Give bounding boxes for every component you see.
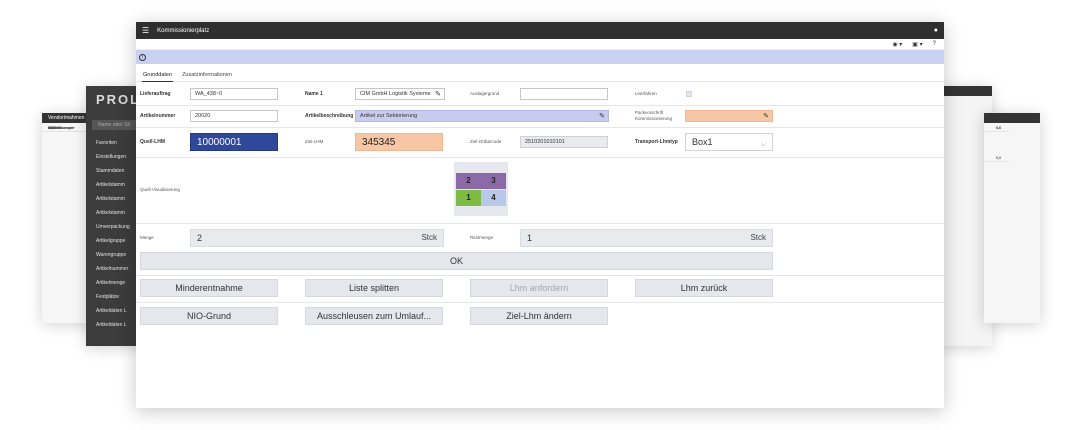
form-row-2: Artikelnummer 20020 Artikelbeschreibung … xyxy=(136,106,944,128)
bg-right2-titlebar xyxy=(984,113,1040,123)
bg-right-cell: 0,0 xyxy=(984,153,1009,162)
grid-cell-4[interactable]: 4 xyxy=(481,190,506,206)
menge-value: 2 xyxy=(197,233,203,243)
window-title: Kommissionierplatz xyxy=(157,27,210,34)
ziel-lhm-field[interactable]: 345345 xyxy=(355,133,443,151)
info-bar: i xyxy=(136,50,944,64)
info-icon: i xyxy=(139,53,146,61)
menge-unit: Stck xyxy=(421,233,437,242)
tab-bar: Grunddaten Zusatzinformationen xyxy=(136,68,944,82)
prola-search: Name oder Sh xyxy=(92,120,140,130)
divider xyxy=(136,275,944,276)
artikelbeschreibung-field[interactable]: Artikel zur Sektorierung ✎ xyxy=(355,110,609,122)
ausschleusen-button[interactable]: Ausschleusen zum Umlauf... xyxy=(305,307,443,325)
print-icon[interactable]: ▣ ▾ xyxy=(912,41,922,48)
artikelbeschreibung-label: Artikelbeschreibung xyxy=(305,113,354,119)
tab-grunddaten[interactable]: Grunddaten xyxy=(142,68,174,82)
main-window: ☰ Kommissionierplatz ● ◉ ▾ ▣ ▾ ? i Grund… xyxy=(136,22,944,408)
restmenge-field[interactable]: 1 Stck xyxy=(520,229,773,247)
artikelnummer-label: Artikelnummer xyxy=(140,113,176,119)
leerfahren-label: Leerfahren xyxy=(635,91,657,96)
window-titlebar: ☰ Kommissionierplatz ● xyxy=(136,22,944,39)
quell-lhm-label: Quell-LHM xyxy=(140,139,165,145)
minderentnahme-button[interactable]: Minderentnahme xyxy=(140,279,278,297)
lieferauftrag-label: Lieferauftrag xyxy=(140,91,171,97)
transport-value: Box1 xyxy=(692,137,713,147)
leerfahren-checkbox[interactable] xyxy=(686,91,692,97)
name1-value: CIM GmbH Logistik Systeme xyxy=(360,91,431,97)
menge-field[interactable]: 2 Stck xyxy=(190,229,444,247)
grid-cell-2[interactable]: 2 xyxy=(456,173,481,189)
lhm-anfordern-button[interactable]: Lhm anfordern xyxy=(470,279,608,297)
bg-right-cell: 0,0 xyxy=(984,123,1009,132)
name1-field[interactable]: CIM GmbH Logistik Systeme ✎ xyxy=(355,88,445,100)
lieferauftrag-field[interactable]: WA_438~0 xyxy=(190,88,278,100)
chevron-down-icon: ⌵ xyxy=(760,141,766,148)
tab-zusatzinformationen[interactable]: Zusatzinformationen xyxy=(181,68,233,82)
packvorschrift-field[interactable]: ✎ xyxy=(685,110,773,122)
grid-cell-3[interactable]: 3 xyxy=(481,173,506,189)
stage: Vendorimahmen Filter Bestellnummer B-MHD… xyxy=(0,0,1080,430)
liste-splitten-button[interactable]: Liste splitten xyxy=(305,279,443,297)
restmenge-label: Restmenge xyxy=(470,235,494,240)
auslagergrund-field[interactable] xyxy=(520,88,608,100)
artikelnummer-field[interactable]: 20020 xyxy=(190,110,278,122)
transport-select[interactable]: Box1 ⌵ xyxy=(685,133,773,151)
pencil-icon[interactable]: ✎ xyxy=(435,90,441,100)
help-icon[interactable]: ? xyxy=(933,41,936,47)
eye-icon[interactable]: ◉ ▾ xyxy=(892,41,902,48)
ziel-ortbarcode-label: Ziel-Ortbarcode xyxy=(470,139,502,144)
form-row-quantity: Menge 2 Stck Restmenge 1 Stck xyxy=(136,224,944,254)
background-window-right-2: 0,0 0,0 0,0 xyxy=(984,113,1040,323)
pencil-icon[interactable]: ✎ xyxy=(763,112,769,122)
quell-visual-label: Quell-Visualisierung xyxy=(140,187,180,192)
window-toolbar: ◉ ▾ ▣ ▾ ? xyxy=(136,39,944,50)
name1-label: Name 1 xyxy=(305,91,323,97)
lhm-zurueck-button[interactable]: Lhm zurück xyxy=(635,279,773,297)
restmenge-value: 1 xyxy=(527,233,533,243)
form-row-1: Lieferauftrag WA_438~0 Name 1 CIM GmbH L… xyxy=(136,84,944,106)
divider xyxy=(136,302,944,303)
quell-lhm-field[interactable]: 10000001 xyxy=(190,133,278,151)
ziel-lhm-label: Ziel-LHM xyxy=(305,139,324,144)
form-row-3: Quell-LHM 10000001 Ziel-LHM 345345 Ziel-… xyxy=(136,128,944,158)
nio-grund-button[interactable]: NIO-Grund xyxy=(140,307,278,325)
artikelbeschreibung-value: Artikel zur Sektorierung xyxy=(360,113,418,119)
ziel-ortbarcode-field[interactable]: 2510201010101 xyxy=(520,136,608,148)
menge-label: Menge xyxy=(140,235,154,240)
restmenge-unit: Stck xyxy=(750,233,766,242)
ok-button[interactable]: OK xyxy=(140,252,773,270)
grid-cell-1[interactable]: 1 xyxy=(456,190,481,206)
packvorschrift-label: Packvorschrift Kommissionierung xyxy=(635,110,673,121)
transport-label: Transport-Lhmtyp xyxy=(635,139,678,145)
lhm-visualisation-grid: 2 3 1 4 xyxy=(454,162,508,216)
form-row-visual: Quell-Visualisierung xyxy=(136,158,944,224)
user-icon[interactable]: ● xyxy=(934,27,938,34)
ziel-lhm-aendern-button[interactable]: Ziel-Lhm ändern xyxy=(470,307,608,325)
menu-icon[interactable]: ☰ xyxy=(142,26,149,35)
bg-right1-titlebar xyxy=(936,86,992,96)
pencil-icon[interactable]: ✎ xyxy=(599,112,605,122)
auslagergrund-label: Auslagergrund xyxy=(470,91,500,96)
